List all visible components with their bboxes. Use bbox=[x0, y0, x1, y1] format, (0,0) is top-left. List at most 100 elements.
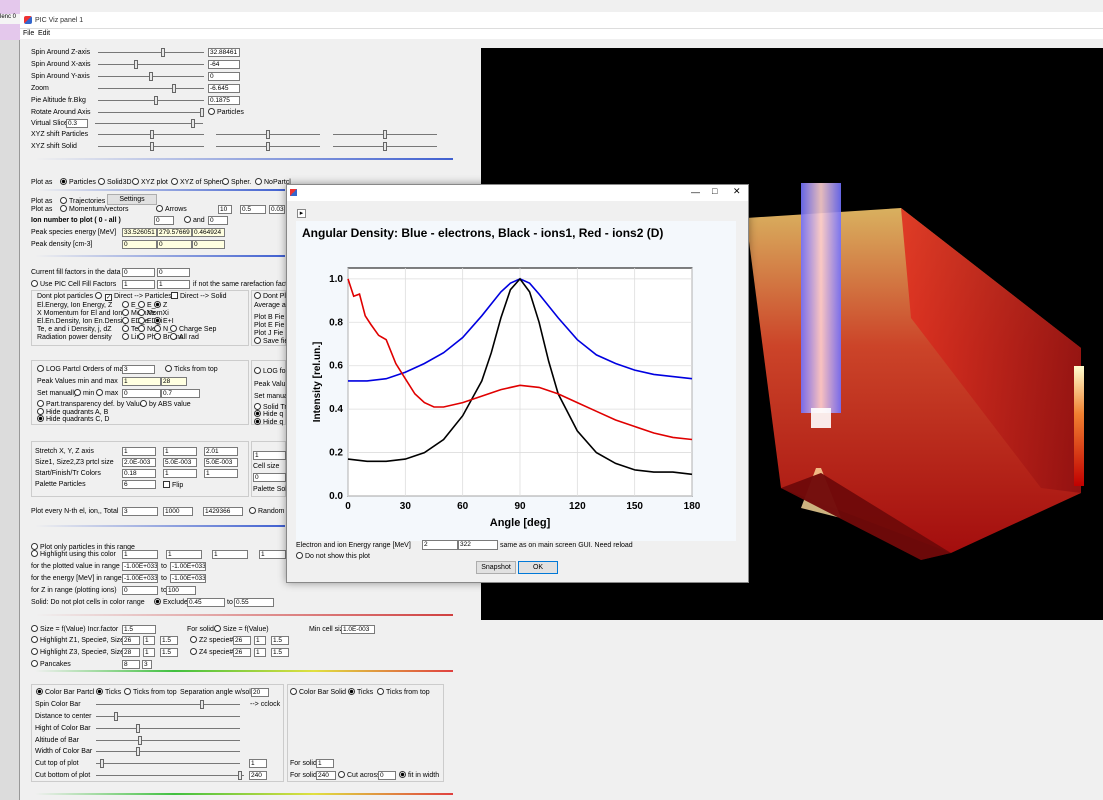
spin-row-slider[interactable] bbox=[98, 72, 204, 81]
solid-range-1[interactable]: 0.45 bbox=[187, 598, 225, 607]
z4-c[interactable]: 1.5 bbox=[271, 648, 289, 657]
range3-to[interactable]: 100 bbox=[166, 586, 196, 595]
spin-row-value[interactable]: 0 bbox=[208, 72, 240, 81]
separation-input[interactable]: 20 bbox=[251, 688, 269, 697]
menu-edit[interactable]: Edit bbox=[38, 29, 50, 38]
abs-value-radio[interactable]: by ABS value bbox=[140, 400, 191, 409]
ticks-top-solid-radio[interactable]: Ticks from top bbox=[377, 688, 430, 697]
z4-a[interactable]: 26 bbox=[233, 648, 251, 657]
range1-from[interactable]: -1.00E+033 bbox=[122, 562, 158, 571]
menu-file[interactable]: File bbox=[23, 29, 34, 38]
xyz-solid-slider-x[interactable] bbox=[98, 142, 204, 151]
stretch-row-value[interactable]: 5.0E-003 bbox=[163, 458, 197, 467]
width-slider[interactable] bbox=[96, 747, 240, 756]
xyz-particles-slider-z[interactable] bbox=[333, 130, 437, 139]
settings-button[interactable]: Settings bbox=[107, 194, 157, 205]
spin-row-slider[interactable] bbox=[98, 84, 204, 93]
z3-a[interactable]: 28 bbox=[122, 648, 140, 657]
min-radio[interactable]: min bbox=[74, 389, 94, 398]
distance-slider[interactable] bbox=[96, 712, 240, 721]
plot-every-1[interactable]: 3 bbox=[122, 507, 158, 516]
cut-bottom-input[interactable]: 240 bbox=[249, 771, 267, 780]
z1-a[interactable]: 26 bbox=[122, 636, 140, 645]
xyz-solid-slider-y[interactable] bbox=[216, 142, 320, 151]
right-field-2[interactable]: 0 bbox=[253, 473, 286, 482]
snapshot-button[interactable]: Snapshot bbox=[476, 561, 516, 574]
rotate-particles-radio[interactable]: Particles bbox=[208, 108, 244, 117]
spin-row-value[interactable]: 32.88461 bbox=[208, 48, 240, 57]
highlight-color-radio[interactable]: Highlight using this color bbox=[31, 550, 116, 559]
ticks-solid-radio[interactable]: Ticks bbox=[348, 688, 373, 697]
arrows-radio[interactable]: Arrows bbox=[156, 205, 187, 214]
random-radio[interactable]: Random bbox=[249, 507, 284, 516]
xyz-particles-slider-y[interactable] bbox=[216, 130, 320, 139]
spin-row-value[interactable]: -64 bbox=[208, 60, 240, 69]
stretch-row-value[interactable]: 1 bbox=[163, 469, 197, 478]
z3-b[interactable]: 1 bbox=[143, 648, 155, 657]
max-radio[interactable]: max bbox=[96, 389, 118, 398]
spin-row-slider[interactable] bbox=[98, 48, 204, 57]
maximize-button[interactable]: □ bbox=[712, 186, 717, 196]
size-incr-input[interactable]: 1.5 bbox=[122, 625, 156, 634]
stretch-row-value[interactable]: 6 bbox=[122, 480, 156, 489]
hight-slider[interactable] bbox=[96, 724, 240, 733]
virtual-slice-slider[interactable] bbox=[95, 119, 203, 128]
z1-c[interactable]: 1.5 bbox=[160, 636, 178, 645]
hide-q-right-2[interactable]: Hide q bbox=[254, 418, 283, 427]
energy-option-radio[interactable]: All rad bbox=[170, 333, 199, 342]
right-field-1[interactable]: 1 bbox=[253, 451, 286, 460]
z4-b[interactable]: 1 bbox=[254, 648, 266, 657]
ion-number-input-2[interactable]: 0 bbox=[208, 216, 228, 225]
z4-radio[interactable]: Z4 specie# bbox=[190, 648, 233, 657]
min-cell-size-input[interactable]: 1.0E-003 bbox=[341, 625, 375, 634]
stretch-row-value[interactable]: 2.0E-003 bbox=[122, 458, 156, 467]
arrows-field-3[interactable]: 0.03 bbox=[269, 205, 285, 214]
ion-number-input[interactable]: 0 bbox=[154, 216, 174, 225]
highlight-1[interactable]: 1 bbox=[122, 550, 158, 559]
close-button[interactable]: ✕ bbox=[733, 186, 741, 197]
set-min-input[interactable]: 0 bbox=[122, 389, 161, 398]
spin-row-value[interactable]: -6.645 bbox=[208, 84, 240, 93]
spin-row-slider[interactable] bbox=[98, 60, 204, 69]
plot-every-2[interactable]: 1000 bbox=[163, 507, 193, 516]
for-solid-input-2[interactable]: 240 bbox=[316, 771, 336, 780]
spin-colorbar-slider[interactable] bbox=[96, 700, 240, 709]
spin-row-slider[interactable] bbox=[98, 96, 204, 105]
save-field-right[interactable]: Save fie bbox=[254, 337, 288, 346]
z1-b[interactable]: 1 bbox=[143, 636, 155, 645]
use-fill-1[interactable]: 1 bbox=[122, 280, 155, 289]
z2-a[interactable]: 26 bbox=[233, 636, 251, 645]
spin-row-value[interactable]: 0.1875 bbox=[208, 96, 240, 105]
stretch-row-value[interactable]: 0.18 bbox=[122, 469, 156, 478]
for-solid-input-1[interactable]: 1 bbox=[316, 759, 334, 768]
log-orders-input[interactable]: 3 bbox=[122, 365, 155, 374]
energy-range-min[interactable]: 2 bbox=[422, 540, 458, 550]
log-partcl-radio[interactable]: LOG Partcl Orders of mag bbox=[37, 365, 127, 374]
pancakes-radio[interactable]: Pancakes bbox=[31, 660, 71, 669]
plot-as-spher[interactable]: Spher. bbox=[222, 178, 251, 187]
z2-c[interactable]: 1.5 bbox=[271, 636, 289, 645]
xyz-particles-slider-x[interactable] bbox=[98, 130, 204, 139]
use-pic-fill-radio[interactable]: Use PIC Cell Fill Factors bbox=[31, 280, 116, 289]
expand-button[interactable]: ▸ bbox=[297, 209, 306, 218]
cut-top-slider[interactable] bbox=[96, 759, 240, 768]
range1-to[interactable]: -1.00E+033 bbox=[170, 562, 206, 571]
dont-plot-label[interactable]: Dont plot particles bbox=[37, 292, 104, 301]
fit-width-radio[interactable]: fit in width bbox=[399, 771, 439, 780]
log-for-right[interactable]: LOG for bbox=[254, 367, 288, 376]
stretch-row-value[interactable]: 2.01 bbox=[204, 447, 238, 456]
colorbar-partcl-radio[interactable]: Color Bar Partcl bbox=[36, 688, 94, 697]
ticks-top-radio[interactable]: Ticks from top bbox=[124, 688, 177, 697]
momentum-radio[interactable]: Momentum/vectors bbox=[60, 205, 129, 214]
z2-b[interactable]: 1 bbox=[254, 636, 266, 645]
pancakes-b[interactable]: 3 bbox=[142, 660, 152, 669]
ok-button[interactable]: OK bbox=[518, 561, 558, 574]
dont-plot-right[interactable]: Dont Pl bbox=[254, 292, 286, 301]
virtual-slice-input[interactable]: 0.3 bbox=[66, 119, 88, 128]
direct-solid-check[interactable]: Direct --> Solid bbox=[171, 292, 226, 301]
ion-and-radio[interactable]: and bbox=[184, 216, 205, 225]
cut-top-input[interactable]: 1 bbox=[249, 759, 267, 768]
direct-particles-check[interactable]: ✓ Direct --> Particles bbox=[105, 292, 172, 301]
energy-range-max[interactable]: 322 bbox=[458, 540, 498, 550]
range2-to[interactable]: -1.00E+033 bbox=[170, 574, 206, 583]
